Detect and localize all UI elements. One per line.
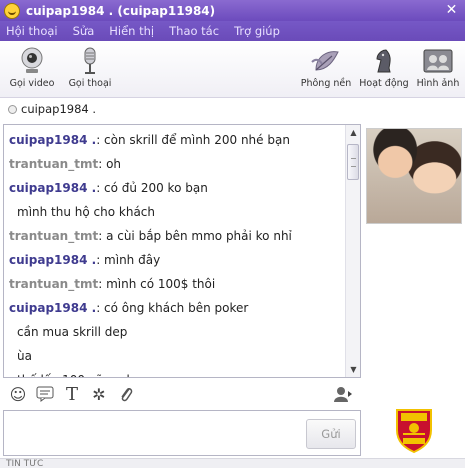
toolbar: Gọi video Gọi thoại Phông nền Hoạt động … bbox=[0, 41, 465, 98]
webcam-icon bbox=[16, 46, 48, 76]
background-label: Phông nền bbox=[300, 78, 352, 89]
menu-conversation[interactable]: Hội thoại bbox=[6, 24, 58, 38]
scroll-thumb[interactable] bbox=[347, 144, 359, 180]
video-call-button[interactable]: Gọi video bbox=[8, 46, 56, 89]
message-sender: trantuan_tmt bbox=[9, 277, 99, 291]
chat-message: cuipap1984 .: còn skrill để mình 200 nhé… bbox=[9, 128, 340, 152]
message-list: cuipap1984 .: còn skrill để mình 200 nhé… bbox=[4, 125, 345, 377]
message-text: a cùi bắp bên mmo phải ko nhỉ bbox=[106, 229, 292, 243]
contact-status-line: cuipap1984 . bbox=[0, 98, 465, 120]
message-separator: : bbox=[98, 229, 107, 243]
leaf-icon bbox=[310, 46, 342, 76]
contact-info-icon[interactable] bbox=[331, 383, 355, 405]
message-continuation: cần mua skrill dep bbox=[17, 325, 128, 339]
menu-help[interactable]: Trợ giúp bbox=[234, 24, 280, 38]
chat-message: trantuan_tmt: a cùi bắp bên mmo phải ko … bbox=[9, 224, 340, 248]
emoticon-icon[interactable]: ☺ bbox=[6, 383, 30, 405]
chat-message: cuipap1984 .: mình đây bbox=[9, 248, 340, 272]
message-sender: cuipap1984 . bbox=[9, 133, 97, 147]
voice-call-button[interactable]: Gọi thoại bbox=[62, 46, 118, 89]
menu-view[interactable]: Hiển thị bbox=[109, 24, 154, 38]
contact-status-name: cuipap1984 . bbox=[21, 102, 97, 116]
window-title: cuipap1984 . (cuipap11984) bbox=[26, 3, 216, 18]
send-button[interactable]: Gửi bbox=[306, 419, 356, 449]
close-icon[interactable]: ✕ bbox=[444, 3, 459, 18]
message-separator: : bbox=[96, 133, 105, 147]
message-separator: : bbox=[96, 181, 105, 195]
message-continuation: mình thu hộ cho khách bbox=[17, 205, 156, 219]
message-separator: : bbox=[98, 277, 107, 291]
menu-actions[interactable]: Thao tác bbox=[169, 24, 219, 38]
photos-button[interactable]: Hình ảnh bbox=[416, 46, 460, 89]
video-call-label: Gọi video bbox=[9, 78, 55, 89]
background-button[interactable]: Phông nền bbox=[300, 46, 352, 89]
message-continuation: thế lấy 100 cũng dc bbox=[9, 368, 340, 377]
message-separator: : bbox=[98, 157, 107, 171]
chat-history[interactable]: cuipap1984 .: còn skrill để mình 200 nhé… bbox=[3, 124, 361, 378]
text-format-icon[interactable]: T bbox=[60, 383, 84, 405]
message-text: có đủ 200 ko bạn bbox=[104, 181, 208, 195]
status-indicator-icon bbox=[8, 104, 17, 114]
attachment-icon[interactable] bbox=[114, 383, 138, 405]
message-separator: : bbox=[96, 301, 105, 315]
message-continuation: ùa bbox=[17, 349, 32, 363]
message-sender: cuipap1984 . bbox=[9, 301, 97, 315]
chat-message: cuipap1984 .: có ông khách bên poker bbox=[9, 296, 340, 320]
message-sender: cuipap1984 . bbox=[9, 181, 97, 195]
yahoo-messenger-smiley-icon bbox=[4, 2, 20, 19]
scroll-up-icon[interactable]: ▲ bbox=[346, 125, 360, 140]
news-bar[interactable]: TIN TỨC bbox=[0, 458, 465, 468]
message-text: mình có 100$ thôi bbox=[106, 277, 216, 291]
activity-label: Hoạt động bbox=[359, 78, 409, 89]
message-sender: trantuan_tmt bbox=[9, 229, 99, 243]
chat-scrollbar[interactable]: ▲ ▼ bbox=[345, 125, 360, 377]
contact-avatar[interactable] bbox=[366, 128, 462, 224]
message-text: còn skrill để mình 200 nhé bạn bbox=[104, 133, 290, 147]
message-text: có ông khách bên poker bbox=[104, 301, 249, 315]
title-bar: cuipap1984 . (cuipap11984) ✕ bbox=[0, 0, 465, 21]
activity-button[interactable]: Hoạt động bbox=[358, 46, 410, 89]
photos-label: Hình ảnh bbox=[416, 78, 460, 89]
message-input[interactable]: Gửi bbox=[3, 410, 361, 456]
message-sender: trantuan_tmt bbox=[9, 157, 99, 171]
photos-icon bbox=[422, 46, 454, 76]
news-label: TIN TỨC bbox=[6, 459, 44, 468]
chess-knight-icon bbox=[368, 46, 400, 76]
menu-bar: Hội thoại Sửa Hiển thị Thao tác Trợ giúp bbox=[0, 21, 465, 41]
own-avatar-club-crest[interactable] bbox=[389, 404, 439, 454]
voice-call-label: Gọi thoại bbox=[68, 78, 112, 89]
formatting-toolbar: ☺ T ✲ bbox=[0, 380, 362, 408]
message-text: oh bbox=[106, 157, 122, 171]
menu-edit[interactable]: Sửa bbox=[73, 24, 95, 38]
scroll-down-icon[interactable]: ▼ bbox=[346, 362, 360, 377]
chat-message: trantuan_tmt: oh bbox=[9, 152, 340, 176]
message-sender: cuipap1984 . bbox=[9, 253, 97, 267]
buzz-icon[interactable] bbox=[33, 383, 57, 405]
message-text: mình đây bbox=[104, 253, 161, 267]
message-separator: : bbox=[96, 253, 105, 267]
chat-message: cuipap1984 .: có đủ 200 ko bạn bbox=[9, 176, 340, 200]
microphone-icon bbox=[74, 46, 106, 76]
chat-message: trantuan_tmt: mình có 100$ thôi bbox=[9, 272, 340, 296]
plugin-gear-icon[interactable]: ✲ bbox=[87, 383, 111, 405]
